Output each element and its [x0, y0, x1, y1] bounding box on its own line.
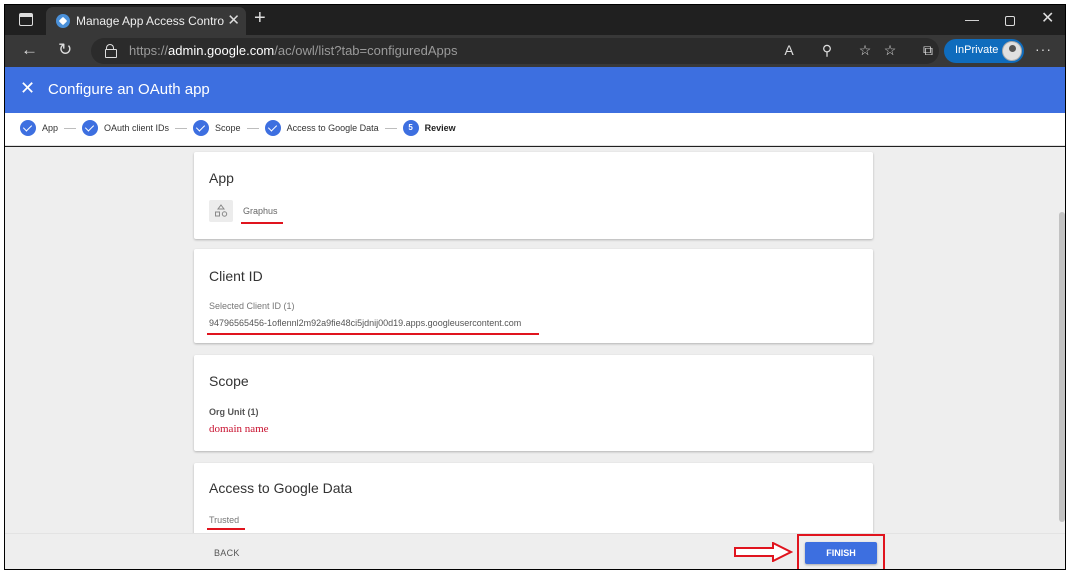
- browser-window: Manage App Access Control - Ac ✕ + — ✕ ←…: [4, 4, 1066, 570]
- app-icon: [209, 200, 233, 222]
- restore-icon[interactable]: [1005, 16, 1015, 26]
- step-access-to-google-data[interactable]: Access to Google Data: [264, 120, 379, 136]
- org-unit-label: Org Unit (1): [209, 407, 259, 417]
- highlight-underline: [207, 528, 245, 530]
- check-circle-icon: [264, 120, 281, 136]
- org-unit-value: domain name: [209, 423, 269, 435]
- collections-icon[interactable]: ⧉: [920, 42, 936, 59]
- zoom-icon[interactable]: ⚲: [819, 42, 835, 59]
- app-name: Graphus: [243, 206, 278, 216]
- tab-title: Manage App Access Control - Ac: [76, 14, 224, 28]
- access-card: Access to Google Data Trusted: [194, 463, 873, 533]
- window-close-icon[interactable]: ✕: [1041, 8, 1054, 28]
- admin-favicon-icon: [56, 14, 70, 28]
- stepper: App OAuth client IDs Scope Access to Goo…: [5, 113, 1065, 146]
- step-label: OAuth client IDs: [104, 123, 170, 133]
- app-card: App Graphus: [194, 152, 873, 239]
- client-id-card: Client ID Selected Client ID (1) 9479656…: [194, 249, 873, 343]
- card-title: Client ID: [209, 268, 263, 284]
- client-id-value: 94796565456-1oflennl2m92a9fie48ci5jdnij0…: [209, 318, 522, 328]
- step-number: 5: [402, 120, 419, 136]
- step-app[interactable]: App: [20, 120, 58, 136]
- app-header: ✕ Configure an OAuth app: [5, 67, 1065, 113]
- step-divider: [384, 127, 397, 129]
- footer-actions: BACK FINISH: [5, 533, 1065, 569]
- scope-card: Scope Org Unit (1) domain name: [194, 355, 873, 451]
- card-title: Scope: [209, 373, 249, 389]
- step-label: Scope: [215, 123, 241, 133]
- favorites-icon[interactable]: ☆: [882, 42, 898, 59]
- back-button[interactable]: BACK: [214, 548, 240, 558]
- page-title: Configure an OAuth app: [48, 81, 210, 98]
- more-options-icon[interactable]: ···: [1035, 41, 1052, 57]
- tab-close-icon[interactable]: ✕: [227, 11, 240, 29]
- highlight-underline: [241, 222, 283, 224]
- scrollbar[interactable]: [1059, 212, 1065, 522]
- new-tab-icon[interactable]: +: [254, 7, 266, 30]
- arrow-right-icon: [734, 542, 793, 562]
- card-title: App: [209, 170, 234, 186]
- inprivate-badge[interactable]: InPrivate: [944, 39, 1024, 63]
- finish-highlight: FINISH: [797, 534, 885, 569]
- step-scope[interactable]: Scope: [193, 120, 241, 136]
- title-bar: Manage App Access Control - Ac ✕ + — ✕: [5, 5, 1065, 35]
- inprivate-label: InPrivate: [955, 44, 999, 56]
- check-circle-icon: [193, 120, 210, 136]
- add-favorite-icon[interactable]: ☆: [857, 42, 873, 59]
- finish-button[interactable]: FINISH: [805, 542, 877, 564]
- review-content: App Graphus Client ID Selected Client ID…: [5, 147, 1065, 533]
- step-divider: [64, 127, 77, 129]
- lock-icon[interactable]: [105, 44, 117, 58]
- check-circle-icon: [20, 120, 36, 136]
- access-value: Trusted: [209, 515, 240, 525]
- tab-actions-icon[interactable]: [19, 13, 33, 26]
- reload-icon[interactable]: ↻: [58, 40, 72, 60]
- back-arrow-icon[interactable]: ←: [21, 40, 38, 60]
- step-review[interactable]: 5 Review: [402, 120, 456, 136]
- minimize-icon[interactable]: —: [965, 11, 979, 27]
- read-aloud-icon[interactable]: A: [781, 42, 797, 59]
- step-label: App: [42, 123, 59, 133]
- navigation-bar: ← ↻ https://admin.google.com/ac/owl/list…: [5, 35, 1065, 67]
- finish-label: FINISH: [826, 548, 856, 558]
- url-text[interactable]: https://admin.google.com/ac/owl/list?tab…: [129, 43, 457, 58]
- step-divider: [175, 127, 188, 129]
- browser-tab[interactable]: Manage App Access Control - Ac ✕: [46, 7, 246, 35]
- card-title: Access to Google Data: [209, 480, 353, 496]
- step-divider: [246, 127, 259, 129]
- step-oauth-client-ids[interactable]: OAuth client IDs: [82, 120, 169, 136]
- step-label: Access to Google Data: [286, 123, 379, 133]
- check-circle-icon: [82, 120, 99, 136]
- client-id-label: Selected Client ID (1): [209, 301, 295, 311]
- profile-avatar[interactable]: [1002, 41, 1022, 61]
- step-label: Review: [424, 123, 456, 133]
- highlight-underline: [207, 333, 539, 335]
- close-icon[interactable]: ✕: [20, 78, 35, 99]
